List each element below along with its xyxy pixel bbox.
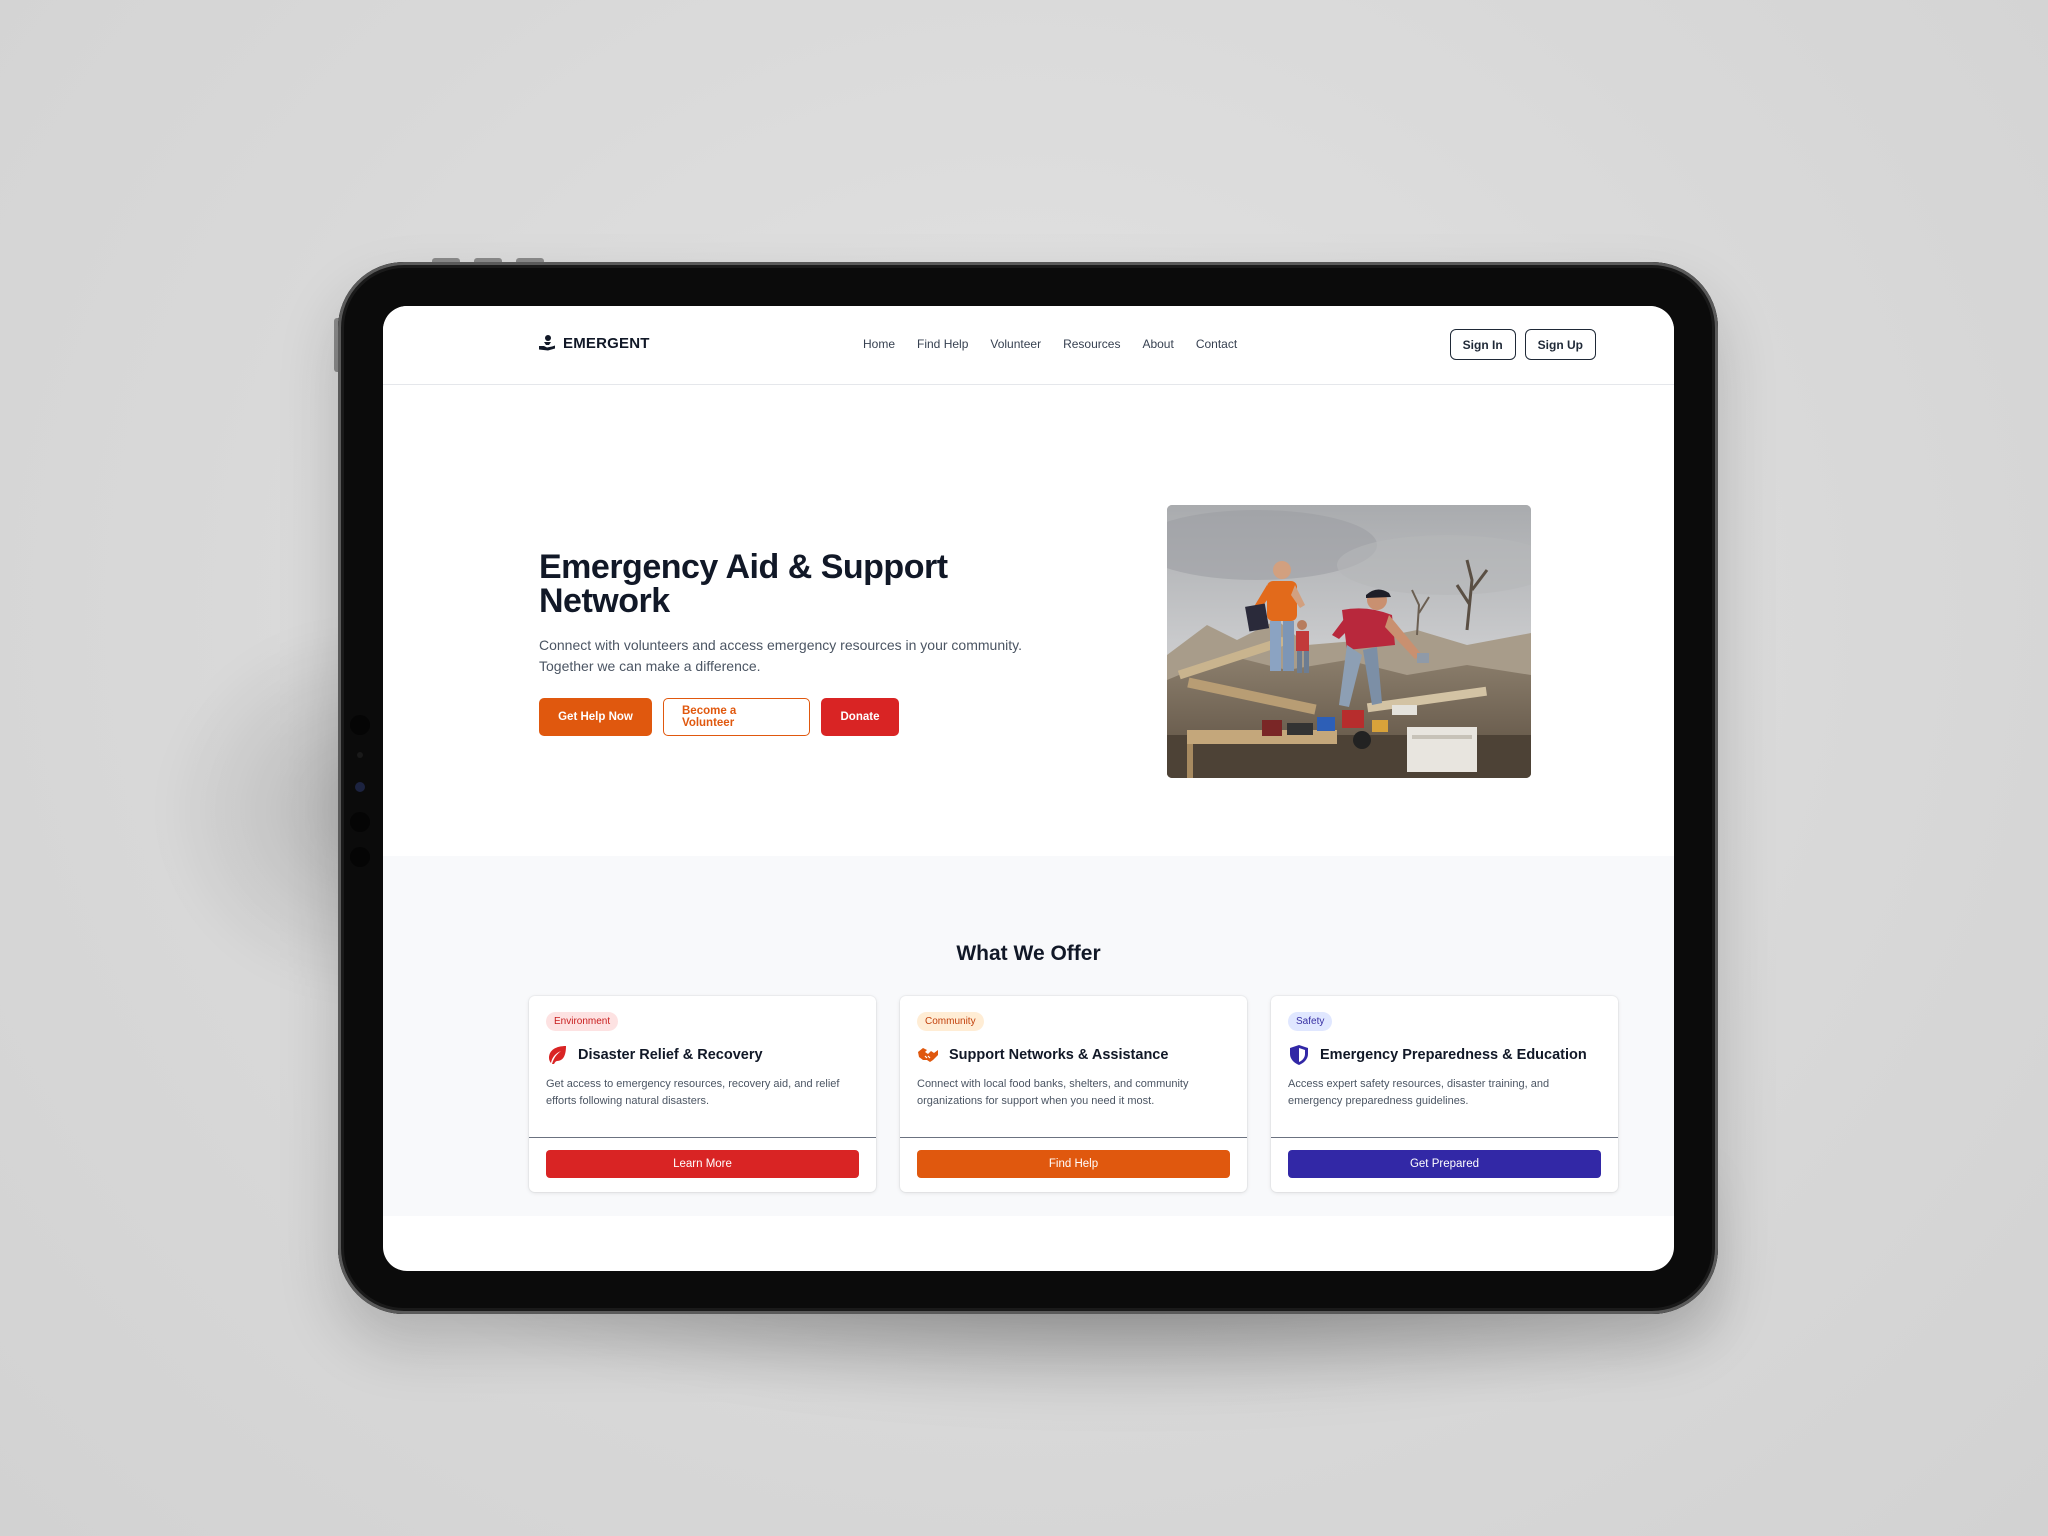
tablet-screen: EMERGENT Home Find Help Volunteer Resour… bbox=[383, 306, 1674, 1271]
camera-dot bbox=[350, 812, 370, 832]
hand-person-icon bbox=[539, 335, 555, 351]
learn-more-button[interactable]: Learn More bbox=[546, 1150, 859, 1178]
card-description: Connect with local food banks, shelters,… bbox=[917, 1078, 1189, 1107]
card-description: Access expert safety resources, disaster… bbox=[1288, 1078, 1550, 1107]
leaf-icon bbox=[549, 1046, 566, 1064]
nav-find-help[interactable]: Find Help bbox=[917, 337, 968, 351]
hero-subtitle-line-1: Connect with volunteers and access emerg… bbox=[539, 637, 1022, 653]
brand-name: EMERGENT bbox=[563, 334, 650, 352]
nav-home[interactable]: Home bbox=[863, 337, 895, 351]
offers-section: What We Offer Environment Disaster Relie… bbox=[383, 856, 1674, 1216]
card-title: Support Networks & Assistance bbox=[949, 1047, 1169, 1063]
card-divider bbox=[900, 1137, 1247, 1138]
offer-card: Safety Emergency Preparedness & Educatio… bbox=[1271, 996, 1618, 1192]
shield-icon bbox=[1290, 1045, 1308, 1065]
card-title: Disaster Relief & Recovery bbox=[578, 1047, 763, 1063]
card-divider bbox=[529, 1137, 876, 1138]
hero-title: Emergency Aid & Support Network bbox=[539, 548, 948, 620]
card-divider bbox=[1271, 1137, 1618, 1138]
main-nav: Home Find Help Volunteer Resources About… bbox=[863, 337, 1259, 351]
get-prepared-button[interactable]: Get Prepared bbox=[1288, 1150, 1601, 1178]
find-help-button[interactable]: Find Help bbox=[917, 1150, 1230, 1178]
sign-in-button[interactable]: Sign In bbox=[1449, 329, 1516, 360]
handshake-icon bbox=[918, 1048, 938, 1062]
become-volunteer-button[interactable]: Become a Volunteer bbox=[663, 698, 810, 736]
hero-subtitle: Connect with volunteers and access emerg… bbox=[539, 635, 1059, 677]
camera-dot bbox=[350, 715, 370, 735]
sign-up-button[interactable]: Sign Up bbox=[1524, 329, 1596, 360]
hero-subtitle-line-2: Together we can make a difference. bbox=[539, 658, 761, 674]
auth-buttons: Sign In Sign Up bbox=[1449, 329, 1596, 360]
camera-lens bbox=[355, 782, 365, 792]
offer-card: Environment Disaster Relief & Recovery G… bbox=[529, 996, 876, 1192]
camera-dot bbox=[350, 847, 370, 867]
nav-volunteer[interactable]: Volunteer bbox=[990, 337, 1041, 351]
card-description: Get access to emergency resources, recov… bbox=[546, 1078, 840, 1107]
nav-contact[interactable]: Contact bbox=[1196, 337, 1237, 351]
hero-photo bbox=[1167, 505, 1531, 778]
nav-resources[interactable]: Resources bbox=[1063, 337, 1120, 351]
brand-logo[interactable]: EMERGENT bbox=[538, 334, 650, 352]
nav-about[interactable]: About bbox=[1142, 337, 1173, 351]
category-badge: Safety bbox=[1288, 1012, 1333, 1031]
card-title: Emergency Preparedness & Education bbox=[1320, 1047, 1587, 1063]
hero-actions: Get Help Now Become a Volunteer Donate bbox=[539, 698, 899, 736]
card-header: Disaster Relief & Recovery bbox=[546, 1044, 763, 1066]
category-badge: Community bbox=[917, 1012, 984, 1031]
sensor-dot bbox=[357, 752, 363, 758]
card-header: Support Networks & Assistance bbox=[917, 1044, 1168, 1066]
card-header: Emergency Preparedness & Education bbox=[1288, 1044, 1587, 1066]
offer-card: Community Support Networks & Assistance … bbox=[900, 996, 1247, 1192]
offers-title: What We Offer bbox=[956, 942, 1101, 965]
volunteers-debris-photo bbox=[1167, 505, 1531, 778]
donate-button[interactable]: Donate bbox=[821, 698, 899, 736]
get-help-now-button[interactable]: Get Help Now bbox=[539, 698, 652, 736]
category-badge: Environment bbox=[546, 1012, 619, 1031]
site-header: EMERGENT Home Find Help Volunteer Resour… bbox=[383, 306, 1674, 385]
